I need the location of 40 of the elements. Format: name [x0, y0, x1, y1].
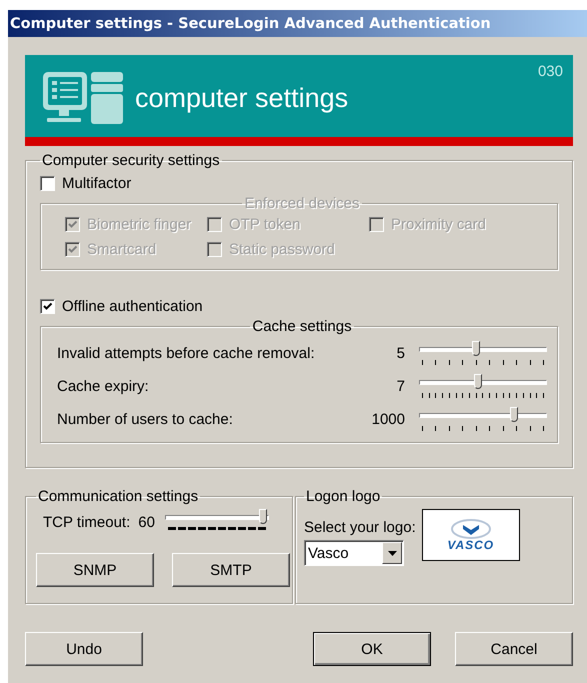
window-title: Computer settings - SecureLogin Advanced Authentication	[10, 16, 491, 32]
setting-value: 5	[396, 345, 405, 362]
group-title: Enforced devices	[243, 195, 361, 212]
slider-track[interactable]	[419, 374, 547, 400]
group-title: Computer security settings	[41, 152, 221, 169]
setting-label: TCP timeout:	[43, 514, 130, 530]
slider-thumb[interactable]	[258, 509, 267, 524]
page-code: 030	[538, 63, 563, 80]
emblem-icon	[450, 518, 491, 538]
setting-value: 7	[396, 378, 405, 395]
setting-value: 60	[138, 514, 155, 530]
field-label: Select your logo:	[304, 519, 416, 536]
protocol-button[interactable]: SMTP	[172, 553, 290, 587]
slider-thumb[interactable]	[474, 374, 482, 388]
protocol-button[interactable]: SNMP	[36, 553, 154, 587]
checkbox-label: Offline authentication	[62, 298, 203, 314]
dialog-button[interactable]: Cancel	[455, 632, 573, 666]
dialog-button[interactable]: Undo	[25, 632, 143, 666]
group-title: Logon logo	[305, 488, 382, 505]
logo-text: VASCO	[447, 538, 494, 552]
group-title: Communication settings	[37, 488, 200, 505]
checkmark-icon	[42, 300, 53, 312]
setting-label: Number of users to cache:	[57, 411, 234, 428]
slider-track[interactable]	[419, 340, 547, 366]
dialog-button[interactable]: OK	[313, 632, 431, 666]
slider-thumb[interactable]	[510, 406, 518, 422]
slider-track[interactable]	[419, 406, 547, 432]
banner-title: computer settings	[135, 82, 348, 114]
setting-label: Cache expiry:	[57, 378, 150, 395]
checkmark-icon	[67, 244, 78, 254]
checkbox-label: Multifactor	[62, 174, 132, 192]
checkbox[interactable]	[40, 176, 55, 190]
computer-icon	[43, 72, 123, 124]
slider-thumb[interactable]	[472, 340, 480, 356]
group-title: Cache settings	[251, 318, 353, 335]
setting-value: 1000	[372, 411, 405, 428]
logo-dropdown[interactable]: Vasco	[304, 540, 404, 566]
setting-label: Invalid attempts before cache removal:	[57, 345, 316, 362]
checkmark-icon	[67, 218, 78, 230]
checkbox[interactable]	[40, 298, 55, 314]
